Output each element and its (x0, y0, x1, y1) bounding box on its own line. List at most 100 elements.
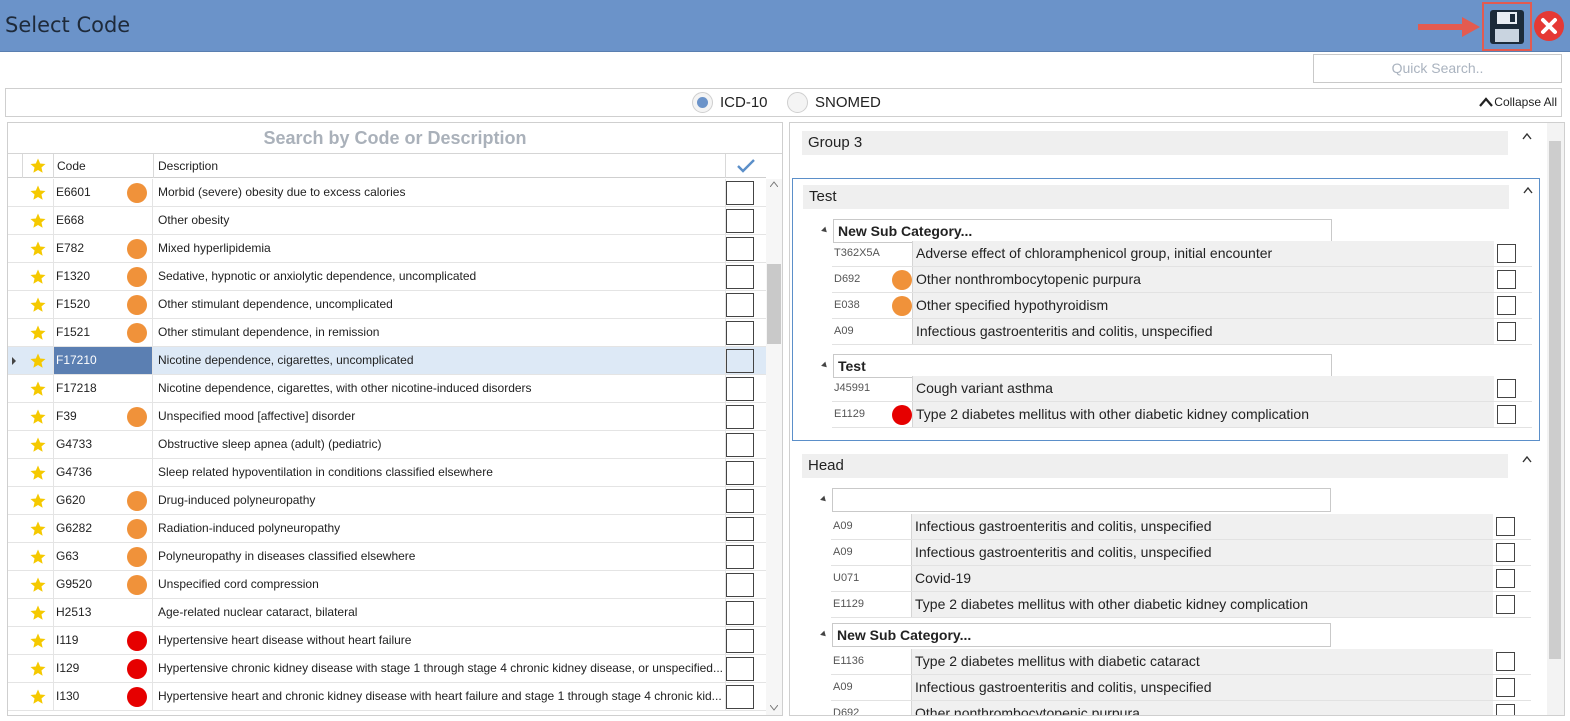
table-row[interactable]: F39 Unspecified mood [affective] disorder (8, 403, 766, 431)
scroll-down-icon[interactable] (770, 705, 778, 711)
favorite-code-row[interactable]: T362X5A Adverse effect of chloramphenicol… (832, 241, 1532, 267)
row-checkbox[interactable] (726, 629, 754, 653)
favorite-toggle[interactable] (23, 487, 54, 514)
row-checkbox[interactable] (726, 321, 754, 345)
table-row[interactable]: G4736 Sleep related hypoventilation in co… (8, 459, 766, 487)
favorite-toggle[interactable] (23, 627, 54, 654)
favorite-toggle[interactable] (23, 375, 54, 402)
favorite-checkbox[interactable] (1496, 569, 1515, 588)
row-checkbox[interactable] (726, 433, 754, 457)
code-column-header[interactable]: Code (54, 154, 154, 178)
row-checkbox[interactable] (726, 573, 754, 597)
sub-category-title[interactable]: New Sub Category... (833, 219, 1332, 243)
row-checkbox[interactable] (726, 293, 754, 317)
favorite-toggle[interactable] (23, 459, 54, 486)
favorite-checkbox[interactable] (1496, 704, 1515, 715)
favorite-toggle[interactable] (23, 599, 54, 626)
favorite-toggle[interactable] (23, 515, 54, 542)
sub-category-title[interactable]: New Sub Category... (832, 623, 1331, 647)
table-row[interactable]: G4733 Obstructive sleep apnea (adult) (pe… (8, 431, 766, 459)
favorite-code-row[interactable]: A09 Infectious gastroenteritis and coliti… (831, 675, 1531, 701)
table-row[interactable]: F1520 Other stimulant dependence, uncompl… (8, 291, 766, 319)
row-checkbox[interactable] (726, 237, 754, 261)
favorite-checkbox[interactable] (1497, 244, 1516, 263)
save-button[interactable] (1482, 2, 1532, 51)
favorite-toggle[interactable] (23, 543, 54, 570)
favorite-toggle[interactable] (23, 571, 54, 598)
favorite-toggle[interactable] (23, 207, 54, 234)
favorite-toggle[interactable] (23, 319, 54, 346)
favorite-checkbox[interactable] (1497, 296, 1516, 315)
favorite-code-row[interactable]: U071 Covid-19 (831, 566, 1531, 592)
radio-icd10[interactable]: ICD-10 (692, 92, 768, 113)
close-button[interactable] (1534, 11, 1564, 41)
favorite-toggle[interactable] (23, 403, 54, 430)
favorite-column-header[interactable] (23, 154, 54, 178)
row-checkbox[interactable] (726, 517, 754, 541)
table-row[interactable]: G63 Polyneuropathy in diseases classified… (8, 543, 766, 571)
favorite-checkbox[interactable] (1497, 322, 1516, 341)
favorite-checkbox[interactable] (1496, 517, 1515, 536)
favorite-checkbox[interactable] (1497, 379, 1516, 398)
description-column-header[interactable]: Description (154, 154, 726, 178)
favorite-toggle[interactable] (23, 655, 54, 682)
sub-category-title[interactable]: Test (833, 354, 1332, 378)
favorite-toggle[interactable] (23, 431, 54, 458)
table-row[interactable]: G620 Drug-induced polyneuropathy (8, 487, 766, 515)
expand-triangle-icon[interactable] (821, 361, 829, 370)
favorite-toggle[interactable] (23, 235, 54, 262)
collapse-all-button[interactable]: Collapse All (1478, 95, 1557, 109)
favorite-checkbox[interactable] (1497, 270, 1516, 289)
expand-triangle-icon[interactable] (821, 226, 829, 235)
row-checkbox[interactable] (726, 181, 754, 205)
favorite-checkbox[interactable] (1496, 652, 1515, 671)
table-row[interactable]: I129 Hypertensive chronic kidney disease … (8, 655, 766, 683)
favorite-code-row[interactable]: E038 Other specified hypothyroidism (832, 293, 1532, 319)
row-checkbox[interactable] (726, 601, 754, 625)
group-header[interactable]: Test (803, 185, 1509, 209)
favorite-toggle[interactable] (23, 683, 54, 710)
table-row[interactable]: G9520 Unspecified cord compression (8, 571, 766, 599)
table-row[interactable]: I119 Hypertensive heart disease without h… (8, 627, 766, 655)
chevron-up-icon[interactable] (1523, 187, 1533, 194)
row-checkbox[interactable] (726, 657, 754, 681)
favorite-code-row[interactable]: A09 Infectious gastroenteritis and coliti… (831, 540, 1531, 566)
favorite-checkbox[interactable] (1497, 405, 1516, 424)
favorite-code-row[interactable]: D692 Other nonthrombocytopenic purpura (832, 267, 1532, 293)
favorite-toggle[interactable] (23, 263, 54, 290)
expand-triangle-icon[interactable] (820, 495, 828, 504)
table-row[interactable]: H2513 Age-related nuclear cataract, bilat… (8, 599, 766, 627)
favorite-checkbox[interactable] (1496, 543, 1515, 562)
select-all-header[interactable] (726, 154, 766, 178)
table-row[interactable]: E6601 Morbid (severe) obesity due to exce… (8, 179, 766, 207)
right-scroll-thumb[interactable] (1549, 141, 1561, 659)
favorite-code-row[interactable]: J45991 Cough variant asthma (832, 376, 1532, 402)
chevron-up-icon[interactable] (1522, 456, 1532, 463)
row-checkbox[interactable] (726, 685, 754, 709)
favorite-toggle[interactable] (23, 179, 54, 206)
row-checkbox[interactable] (726, 265, 754, 289)
row-checkbox[interactable] (726, 545, 754, 569)
group-header[interactable]: Head (802, 454, 1508, 478)
left-scrollbar[interactable] (766, 179, 782, 715)
table-row[interactable]: F17218 Nicotine dependence, cigarettes, w… (8, 375, 766, 403)
right-scrollbar[interactable] (1547, 123, 1564, 715)
favorite-code-row[interactable]: E1129 Type 2 diabetes mellitus with other… (831, 592, 1531, 618)
table-row[interactable]: F1521 Other stimulant dependence, in remi… (8, 319, 766, 347)
table-row[interactable]: E782 Mixed hyperlipidemia (8, 235, 766, 263)
row-checkbox[interactable] (726, 489, 754, 513)
row-checkbox[interactable] (726, 209, 754, 233)
favorite-code-row[interactable]: A09 Infectious gastroenteritis and coliti… (832, 319, 1532, 345)
favorite-checkbox[interactable] (1496, 678, 1515, 697)
table-row[interactable]: F17210 Nicotine dependence, cigarettes, u… (8, 347, 766, 375)
chevron-up-icon[interactable] (1522, 133, 1532, 140)
group-header[interactable]: Group 3 (802, 131, 1508, 155)
table-row[interactable]: E668 Other obesity (8, 207, 766, 235)
row-checkbox[interactable] (726, 349, 754, 373)
row-checkbox[interactable] (726, 377, 754, 401)
sub-category-title[interactable] (832, 488, 1331, 512)
quick-search-input[interactable]: Quick Search.. (1313, 54, 1562, 83)
row-checkbox[interactable] (726, 461, 754, 485)
table-row[interactable]: I130 Hypertensive heart and chronic kidne… (8, 683, 766, 711)
favorite-code-row[interactable]: D692 Other nonthrombocytopenic purpura (831, 701, 1531, 715)
